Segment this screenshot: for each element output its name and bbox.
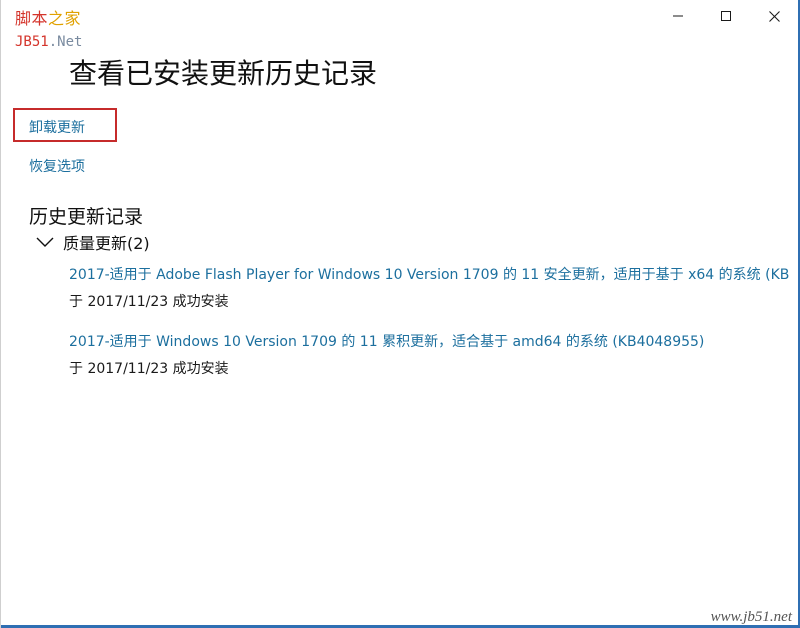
update-install-status: 于 2017/11/23 成功安装 [69,294,229,310]
logo-en-main: JB51 [15,34,49,50]
maximize-icon [721,11,731,21]
maximize-button[interactable] [702,0,750,32]
update-entry: 2017-适用于 Adobe Flash Player for Windows … [69,265,789,312]
site-logo-watermark: 脚本之家 JB51.Net [3,2,209,54]
update-title-link[interactable]: 2017-适用于 Adobe Flash Player for Windows … [69,265,789,285]
logo-cn-main: 脚本 [15,9,49,28]
update-entry: 2017-适用于 Windows 10 Version 1709 的 11 累积… [69,332,789,379]
window-controls [654,0,798,32]
site-url-watermark: www.jb51.net [710,609,792,625]
quality-updates-label: 质量更新(2) [63,234,150,253]
update-title-link[interactable]: 2017-适用于 Windows 10 Version 1709 的 11 累积… [69,332,789,352]
logo-text-cn: 脚本之家 [15,11,81,27]
logo-en-accent: .Net [48,34,83,50]
update-install-status: 于 2017/11/23 成功安装 [69,361,229,377]
recovery-options-link[interactable]: 恢复选项 [29,156,85,176]
minimize-icon [673,15,683,17]
quality-updates-group-toggle[interactable]: 质量更新(2) [35,231,150,253]
update-history-window: 查看已安装更新历史记录 脚本之家 JB51.Net 卸载更新 恢复选项 历史更新… [0,0,800,628]
close-icon [768,10,780,22]
page-title: 查看已安装更新历史记录 [69,57,378,90]
chevron-down-icon [35,235,55,249]
uninstall-updates-link[interactable]: 卸载更新 [29,117,85,137]
close-button[interactable] [750,0,798,32]
logo-text-en: JB51.Net [15,35,82,49]
update-history-heading: 历史更新记录 [29,206,144,228]
minimize-button[interactable] [654,0,702,32]
logo-cn-accent: 之家 [48,9,82,28]
